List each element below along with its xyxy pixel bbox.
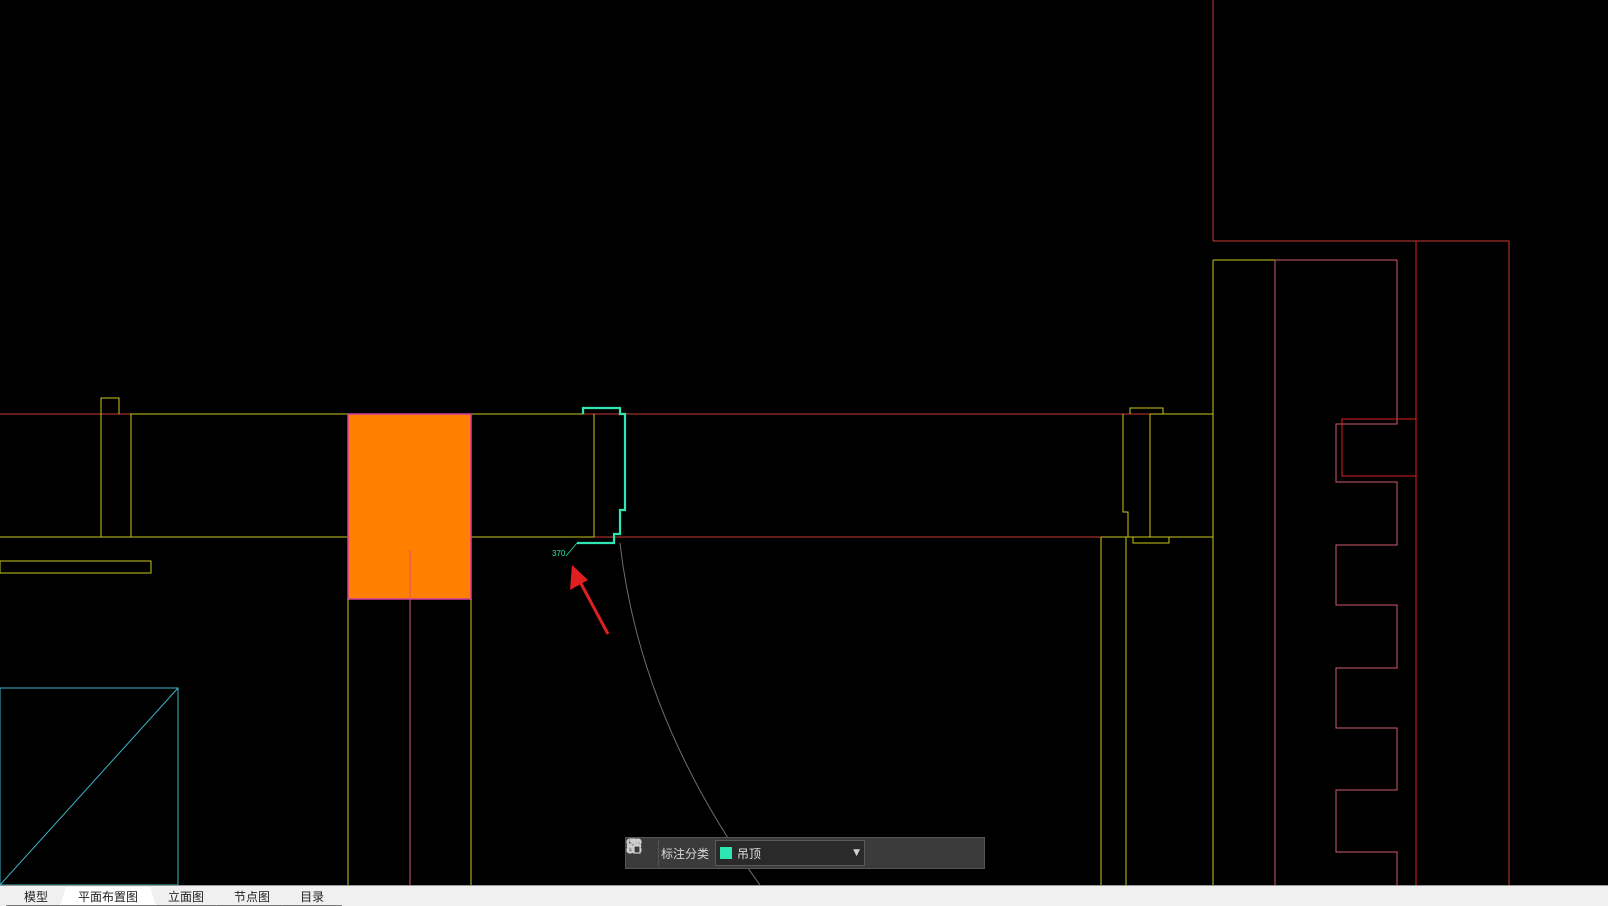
annotation-category-label: 标注分类 xyxy=(661,846,710,861)
paste-icon[interactable] xyxy=(627,838,977,866)
layer-dropdown[interactable]: 吊顶 ▼ xyxy=(715,840,866,866)
copy-icon[interactable] xyxy=(628,839,951,866)
cad-drawing: 370 xyxy=(0,0,1510,885)
highlighted-ceiling-outline xyxy=(577,406,627,545)
tab-catalog[interactable]: 目录 xyxy=(282,887,342,906)
dimension-label: 370 xyxy=(552,549,566,558)
layer-color-swatch xyxy=(720,847,733,859)
tab-model[interactable]: 模型 xyxy=(6,887,66,906)
shelf-rect xyxy=(0,560,152,574)
tab-elevation[interactable]: 立面图 xyxy=(150,887,222,906)
tab-label: 目录 xyxy=(300,889,325,904)
annotation-toolbar: 标注分类 吊顶 ▼ xyxy=(625,837,985,869)
door-swing-arc xyxy=(619,542,761,885)
move-icon[interactable] xyxy=(626,838,925,866)
tab-label: 立面图 xyxy=(168,889,205,904)
sheet-tab-bar: 模型 平面布置图 立面图 节点图 目录 xyxy=(0,885,1608,906)
drawing-canvas[interactable]: 370 标注分类 吊顶 ▼ xyxy=(0,0,1608,885)
comb-outer xyxy=(1341,418,1417,477)
tab-label: 平面布置图 xyxy=(78,889,139,904)
tab-detail[interactable]: 节点图 xyxy=(216,887,288,906)
layer-dropdown-value: 吊顶 xyxy=(737,846,762,861)
annotation-arrow xyxy=(570,565,610,635)
door-frame-left xyxy=(100,397,120,537)
edit-icon[interactable] xyxy=(627,839,899,866)
chevron-down-icon: ▼ xyxy=(853,848,861,858)
tab-label: 模型 xyxy=(24,889,49,904)
tab-label: 节点图 xyxy=(234,889,271,904)
tab-floor-plan[interactable]: 平面布置图 xyxy=(60,887,156,906)
comb-inner xyxy=(1335,260,1398,885)
